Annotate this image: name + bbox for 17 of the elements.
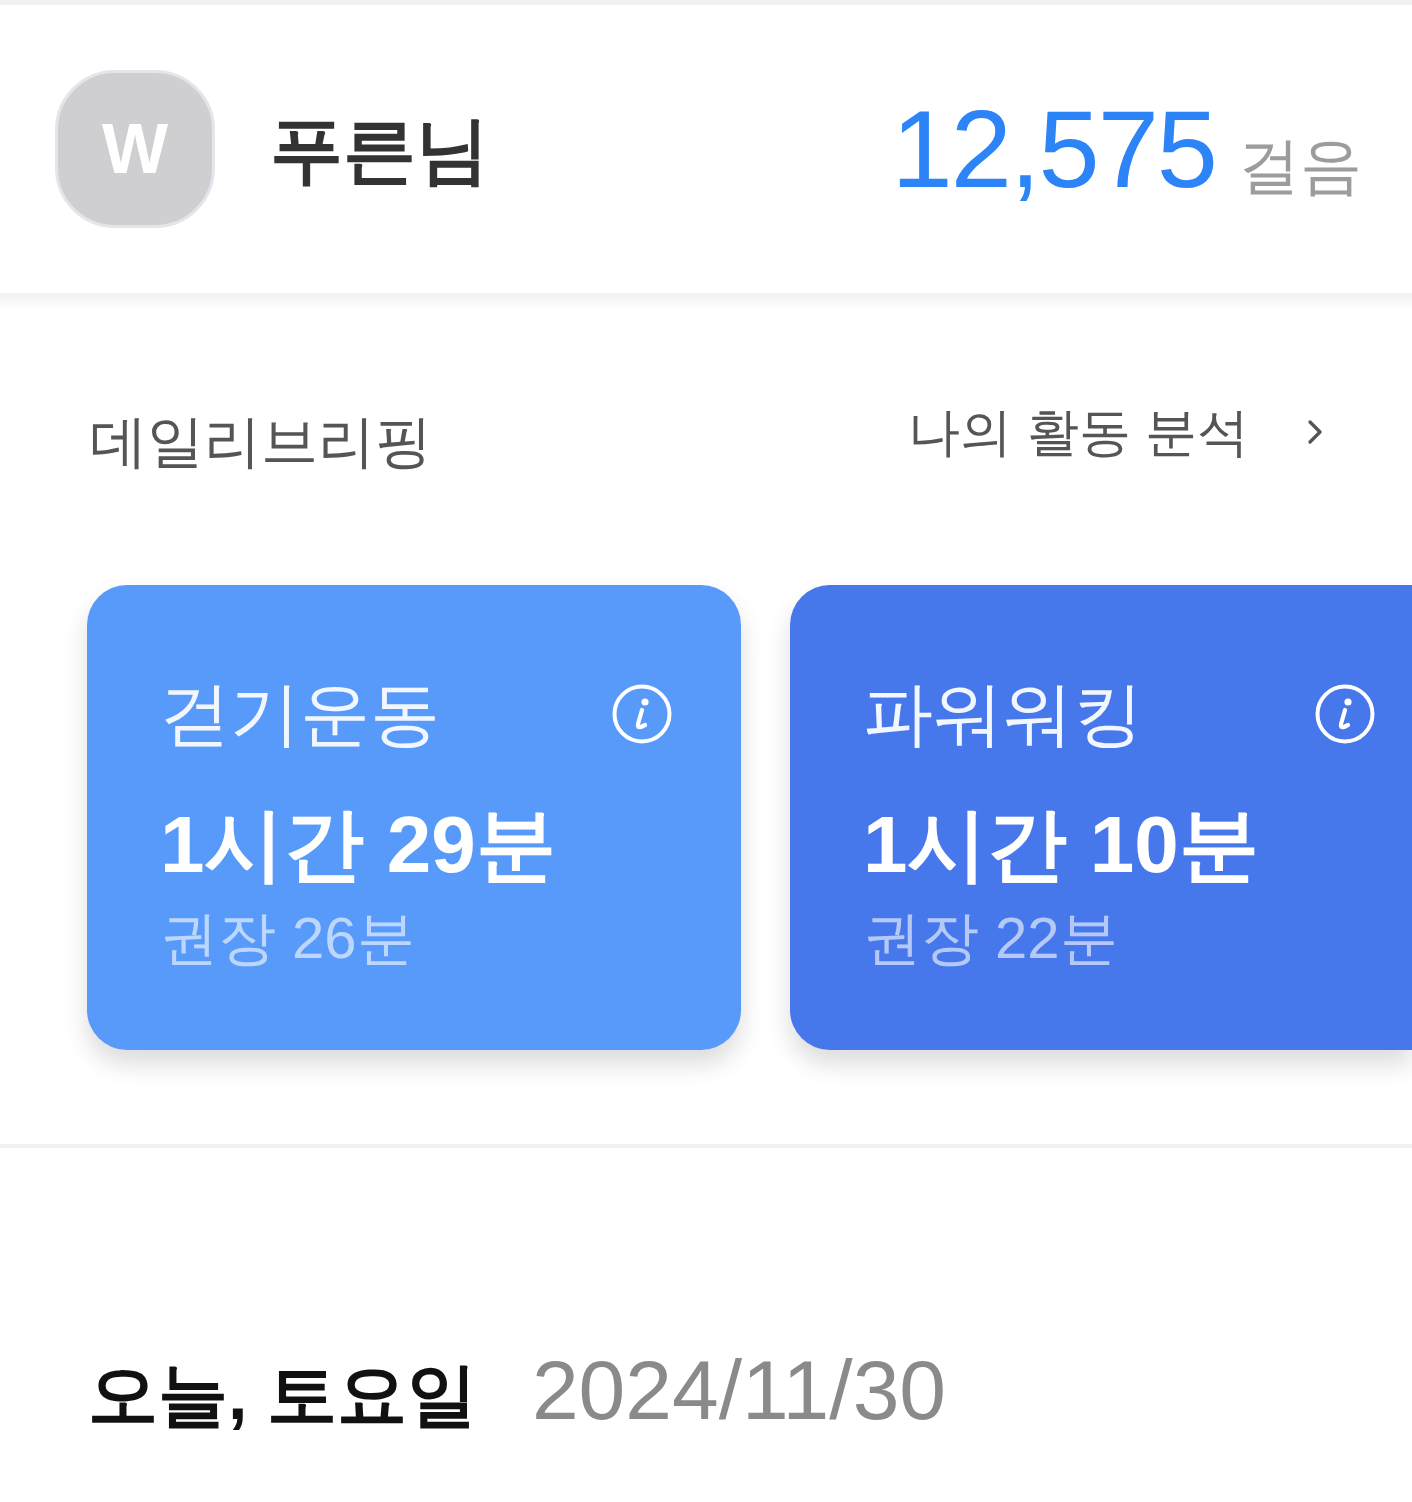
- today-label: 오늘, 토요일: [88, 1360, 477, 1430]
- section-title: 데일리브리핑: [90, 412, 432, 470]
- activity-card[interactable]: 걷기운동 1시간 29분 권장 26분: [87, 585, 741, 1050]
- user-name: 푸른님: [270, 112, 489, 186]
- recommended-duration: 권장 26분: [160, 904, 415, 972]
- activity-card[interactable]: 파워워킹 1시간 10분 권장 22분: [790, 585, 1412, 1050]
- activity-analysis-link[interactable]: 나의 활동 분석: [908, 406, 1335, 458]
- card-title: 파워워킹: [863, 674, 1143, 755]
- recommended-duration: 권장 22분: [863, 904, 1118, 972]
- duration-value: 1시간 29분: [160, 799, 556, 891]
- step-count: 12,575: [891, 94, 1216, 204]
- info-icon[interactable]: [1315, 684, 1375, 744]
- step-unit: 걸음: [1238, 135, 1362, 197]
- duration-value: 1시간 10분: [863, 799, 1259, 891]
- date-text: 2024/11/30: [531, 1348, 947, 1432]
- info-icon[interactable]: [612, 684, 672, 744]
- card-title: 걷기운동: [160, 674, 440, 755]
